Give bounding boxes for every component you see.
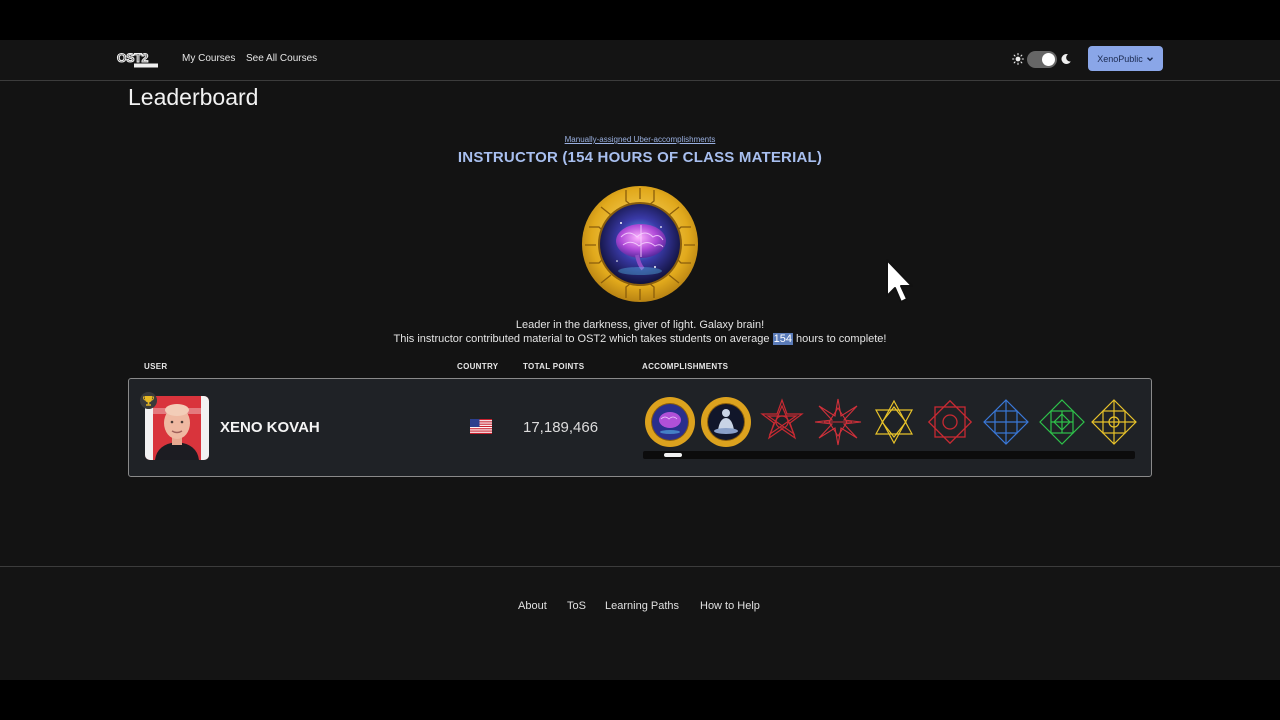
- column-header-accomplishments: ACCOMPLISHMENTS: [642, 362, 729, 371]
- footer: About ToS Learning Paths How to Help: [0, 566, 1280, 680]
- user-name[interactable]: XENO KOVAH: [220, 419, 320, 436]
- award-description-line1: Leader in the darkness, giver of light. …: [515, 319, 765, 331]
- footer-link-about[interactable]: About: [518, 600, 547, 612]
- galaxy-brain-award-icon: [582, 186, 698, 302]
- footer-link-learning-paths[interactable]: Learning Paths: [605, 600, 679, 612]
- app-window: OST2 My Courses See All Courses XenoPubl…: [0, 40, 1280, 680]
- sun-icon: [1012, 53, 1024, 65]
- footer-link-tos[interactable]: ToS: [567, 600, 586, 612]
- yellow-lattice-badge-icon[interactable]: [1088, 396, 1140, 448]
- green-lattice-badge-icon[interactable]: [1036, 396, 1088, 448]
- scrollbar-thumb[interactable]: [663, 453, 682, 457]
- award-description-suffix: hours to complete!: [792, 333, 887, 345]
- red-starburst-badge-icon[interactable]: [812, 396, 864, 448]
- footer-link-how-to-help[interactable]: How to Help: [700, 600, 760, 612]
- award-category-link[interactable]: Manually-assigned Uber-accomplishments: [0, 135, 1280, 144]
- us-flag-icon: [470, 419, 492, 434]
- red-octagram-badge-icon[interactable]: [924, 396, 976, 448]
- galaxy-brain-badge-icon[interactable]: [644, 396, 696, 448]
- award-title: INSTRUCTOR (154 HOURS OF CLASS MATERIAL): [457, 149, 823, 166]
- top-nav: OST2 My Courses See All Courses XenoPubl…: [0, 40, 1280, 81]
- award-description-line2: This instructor contributed material to …: [0, 333, 1280, 345]
- column-header-country: COUNTRY: [457, 362, 499, 371]
- leaderboard-row[interactable]: XENO KOVAH 17,189,466: [128, 378, 1152, 477]
- moon-icon: [1061, 53, 1071, 64]
- red-star-badge-icon[interactable]: [756, 396, 808, 448]
- blue-lattice-badge-icon[interactable]: [980, 396, 1032, 448]
- meditation-badge-icon[interactable]: [700, 396, 752, 448]
- theme-toggle[interactable]: [1012, 51, 1074, 69]
- highlighted-hours: 154: [772, 333, 793, 345]
- yellow-star-badge-icon[interactable]: [868, 396, 920, 448]
- mouse-cursor-icon: [886, 259, 913, 303]
- award-description-prefix: This instructor contributed material to …: [393, 333, 773, 345]
- trophy-icon: [140, 392, 157, 409]
- user-menu-label: XenoPublic: [1097, 53, 1143, 64]
- chevron-down-icon: [1146, 56, 1153, 61]
- column-header-user: USER: [144, 362, 168, 371]
- nav-see-all-courses[interactable]: See All Courses: [246, 53, 317, 64]
- accomplishments-strip[interactable]: [643, 396, 1139, 448]
- theme-switch-knob: [1042, 53, 1055, 66]
- nav-my-courses[interactable]: My Courses: [182, 53, 235, 64]
- accomplishments-scrollbar[interactable]: [643, 451, 1135, 459]
- total-points: 17,189,466: [523, 419, 599, 436]
- ost2-logo-icon: OST2: [116, 51, 158, 68]
- logo-text: OST2: [117, 51, 149, 65]
- user-menu-button[interactable]: XenoPublic: [1088, 46, 1163, 71]
- theme-switch[interactable]: [1027, 51, 1057, 68]
- ost2-logo[interactable]: OST2: [116, 51, 158, 68]
- column-header-total-points: TOTAL POINTS: [523, 362, 585, 371]
- page-title: Leaderboard: [128, 84, 259, 110]
